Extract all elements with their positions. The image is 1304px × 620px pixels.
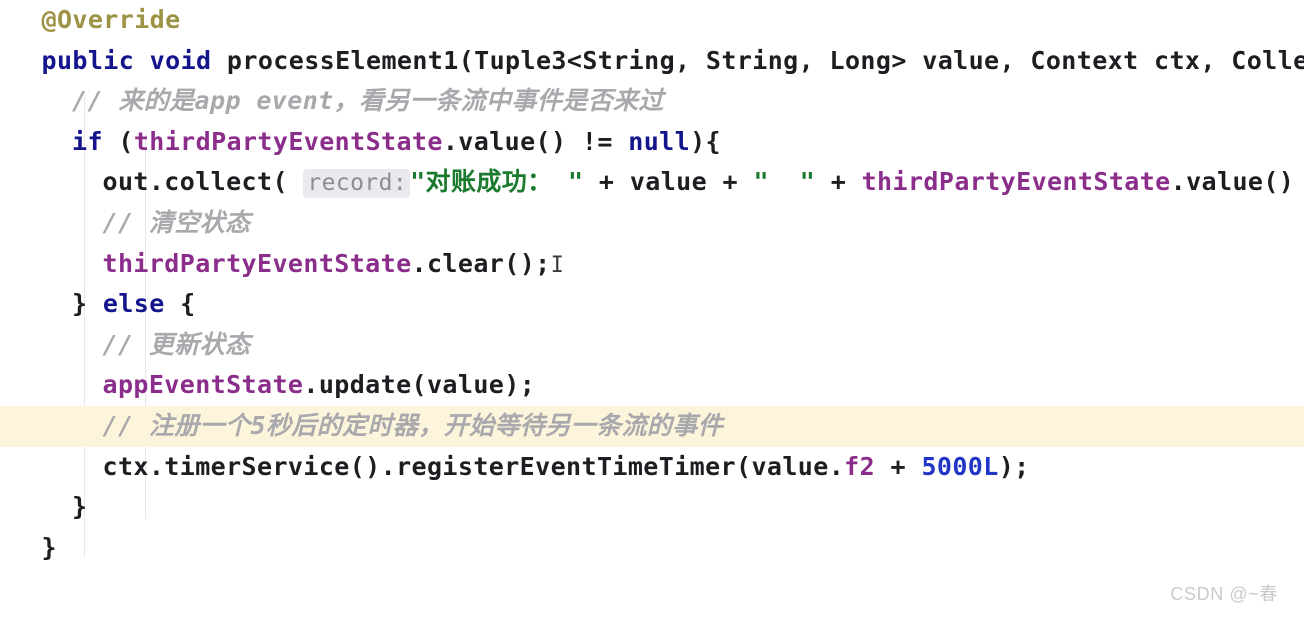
code-annotation: @Override <box>41 5 181 34</box>
code-token: + <box>875 451 922 481</box>
code-comment: // 清空状态 <box>102 207 251 237</box>
code-line[interactable]: // 注册一个5秒后的定时器，开始等待另一条流的事件 <box>0 405 1304 447</box>
code-line[interactable]: @Override <box>0 0 1304 41</box>
code-keyword: else <box>102 289 165 319</box>
code-line-content: thirdPartyEventState.clear();I <box>0 249 564 278</box>
code-line-content: @Override <box>0 5 181 34</box>
code-line[interactable]: // 更新状态 <box>0 325 1304 366</box>
code-line[interactable]: ctx.timerService().registerEventTimeTime… <box>0 447 1304 488</box>
code-token: ){ <box>690 126 721 156</box>
code-field: f2 <box>844 451 876 481</box>
code-line[interactable]: if (thirdPartyEventState.value() != null… <box>0 122 1304 163</box>
code-line-content: // 来的是app event，看另一条流中事件是否来过 <box>0 86 664 115</box>
text-caret-icon: I <box>550 252 565 278</box>
code-line-content: ctx.timerService().registerEventTimeTime… <box>0 452 1030 481</box>
code-token: } <box>41 532 57 562</box>
code-field: thirdPartyEventState <box>133 126 443 156</box>
code-field: thirdPartyEventState <box>861 167 1171 197</box>
code-comment: // 更新状态 <box>102 329 251 359</box>
code-token: out.collect( <box>102 167 304 197</box>
code-token: ); <box>998 451 1030 481</box>
code-line-content: // 更新状态 <box>0 329 251 359</box>
code-line-content: } <box>0 533 57 562</box>
code-line-list: @Override public void processElement1(Tup… <box>0 0 1304 568</box>
code-token: .value() <box>1170 167 1295 197</box>
code-line[interactable]: public void processElement1(Tuple3<Strin… <box>0 41 1304 82</box>
code-line-content: if (thirdPartyEventState.value() != null… <box>0 127 721 156</box>
code-token: + value + <box>583 167 754 197</box>
code-screenshot: @Override public void processElement1(Tup… <box>0 0 1304 620</box>
code-keyword: if <box>72 126 103 156</box>
csdn-watermark: CSDN @~春 <box>1170 584 1278 604</box>
code-line[interactable]: // 来的是app event，看另一条流中事件是否来过 <box>0 81 1304 122</box>
code-token: } <box>72 492 88 522</box>
code-line-content: } <box>0 492 87 521</box>
code-keyword: null <box>628 126 691 156</box>
code-line-content: appEventState.update(value); <box>0 370 535 399</box>
code-line-content: public void processElement1(Tuple3<Strin… <box>0 46 1304 75</box>
code-field: appEventState <box>102 370 304 400</box>
code-string: " " <box>753 167 816 197</box>
code-line[interactable]: appEventState.update(value); <box>0 365 1304 406</box>
code-editor-area[interactable]: @Override public void processElement1(Tup… <box>0 0 1304 620</box>
code-line[interactable]: // 清空状态 <box>0 203 1304 244</box>
code-token: } <box>72 289 103 319</box>
code-keyword: public <box>41 45 135 75</box>
code-line-content: // 清空状态 <box>0 207 251 237</box>
code-token: { <box>164 289 196 319</box>
code-line[interactable]: } else { <box>0 284 1304 325</box>
code-field: thirdPartyEventState <box>102 248 412 278</box>
code-line-content: out.collect( record: "对账成功： " + value + "… <box>0 167 1295 199</box>
code-line-content: // 注册一个5秒后的定时器，开始等待另一条流的事件 <box>0 411 723 440</box>
code-line[interactable]: out.collect( record: "对账成功： " + value + "… <box>0 162 1304 203</box>
code-token: ctx.timerService().registerEventTimeTime… <box>102 451 845 481</box>
code-token: + <box>815 167 862 197</box>
code-line-content: } else { <box>0 289 196 318</box>
code-line[interactable]: } <box>0 528 1304 569</box>
code-token: .clear(); <box>411 248 551 278</box>
code-token: processElement1(Tuple3<String, String, L… <box>211 45 1304 75</box>
code-token: ( <box>102 126 134 156</box>
code-number: 5000L <box>921 451 999 481</box>
code-line[interactable]: thirdPartyEventState.clear();I <box>0 244 1304 285</box>
code-string: "对账成功： " <box>410 167 584 197</box>
code-comment: // 来的是app event，看另一条流中事件是否来过 <box>72 86 664 116</box>
code-line[interactable]: } <box>0 487 1304 528</box>
param-name-hint: record: <box>303 169 411 199</box>
code-token: .value() != <box>442 126 629 156</box>
code-comment: // 注册一个5秒后的定时器，开始等待另一条流的事件 <box>102 410 724 440</box>
code-keyword: void <box>149 45 212 75</box>
code-token: .update(value); <box>303 370 536 400</box>
